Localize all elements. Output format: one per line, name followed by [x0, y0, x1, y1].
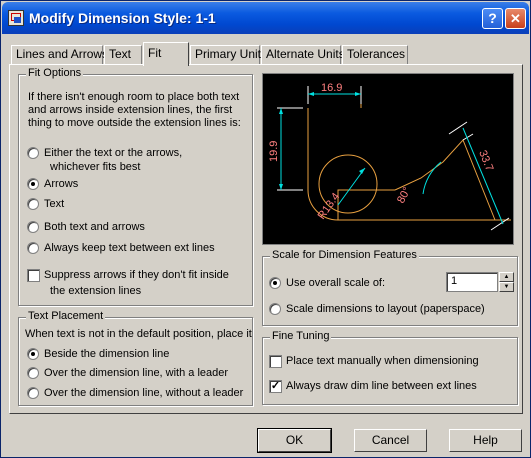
radio-either-label-line2[interactable]: whichever fits best [50, 161, 140, 173]
radio-over-without-leader[interactable] [27, 387, 39, 399]
fine-tuning-title: Fine Tuning [270, 330, 332, 342]
title-bar[interactable]: Modify Dimension Style: 1-1 ? ✕ [2, 2, 529, 34]
text-placement-description: When text is not in the default position… [25, 328, 252, 340]
always-draw-dim-line-label[interactable]: Always draw dim line between ext lines [286, 380, 477, 392]
tab-lines-and-arrows[interactable]: Lines and Arrows [11, 45, 108, 65]
radio-use-overall-scale[interactable] [269, 277, 281, 289]
tab-text[interactable]: Text [104, 45, 142, 65]
radio-both-text-and-arrows[interactable] [27, 221, 39, 233]
tab-tolerances[interactable]: Tolerances [342, 45, 408, 65]
radio-over-without-leader-label[interactable]: Over the dimension line, without a leade… [44, 387, 243, 399]
radio-always-keep-label[interactable]: Always keep text between ext lines [44, 242, 215, 254]
always-draw-dim-line-checkbox[interactable]: ✓ [269, 380, 282, 393]
preview-dim-line-radius [337, 167, 366, 206]
preview-dim-16-9: 16.9 [321, 82, 342, 94]
dialog-window: Modify Dimension Style: 1-1 ? ✕ Lines an… [0, 0, 531, 458]
spin-down-icon[interactable]: ▼ [499, 282, 514, 292]
suppress-arrows-checkbox[interactable] [27, 269, 40, 282]
scale-to-layout-label[interactable]: Scale dimensions to layout (paperspace) [286, 303, 485, 315]
dimension-preview: 16.9 19.9 33.7 R13.4 80° [262, 73, 514, 245]
suppress-arrows-label-line2[interactable]: the extension lines [50, 285, 141, 297]
radio-text-label[interactable]: Text [44, 198, 64, 210]
fit-options-title: Fit Options [26, 67, 84, 79]
preview-dim-33-7: 33.7 [476, 149, 495, 173]
radio-over-with-leader-label[interactable]: Over the dimension line, with a leader [44, 367, 228, 379]
preview-dim-arc-angle [422, 161, 442, 195]
app-icon [8, 10, 24, 26]
help-button[interactable]: Help [449, 429, 522, 452]
place-text-manually-checkbox[interactable] [269, 355, 282, 368]
overall-scale-input[interactable]: 1 [446, 272, 498, 292]
preview-extension-right [448, 121, 510, 231]
preview-arrow-radius [359, 168, 365, 174]
radio-arrows[interactable] [27, 178, 39, 190]
preview-dim-80-deg: 80° [395, 185, 413, 205]
fit-options-description-line3: thing to move outside the extension line… [28, 117, 241, 129]
text-placement-title: Text Placement [26, 310, 106, 322]
radio-either-text-or-arrows[interactable] [27, 147, 39, 159]
suppress-arrows-label[interactable]: Suppress arrows if they don't fit inside [44, 269, 229, 281]
preview-drawing: 16.9 19.9 33.7 R13.4 80° [268, 82, 511, 231]
scale-title: Scale for Dimension Features [270, 249, 419, 261]
place-text-manually-label[interactable]: Place text manually when dimensioning [286, 355, 479, 367]
radio-arrows-label[interactable]: Arrows [44, 178, 78, 190]
ok-button[interactable]: OK [257, 428, 332, 453]
use-overall-scale-label[interactable]: Use overall scale of: [286, 277, 385, 289]
radio-both-label[interactable]: Both text and arrows [44, 221, 145, 233]
tab-primary-units[interactable]: Primary Units [190, 45, 267, 65]
fine-tuning-group: Fine Tuning [262, 330, 518, 405]
help-question-icon[interactable]: ? [482, 8, 503, 29]
fit-options-description-line2: and arrows inside extension lines, the f… [28, 104, 233, 116]
radio-scale-to-layout[interactable] [269, 303, 281, 315]
radio-over-with-leader[interactable] [27, 367, 39, 379]
fit-options-description-line1: If there isn't enough room to place both… [28, 91, 240, 103]
window-title: Modify Dimension Style: 1-1 [29, 10, 216, 26]
close-icon[interactable]: ✕ [505, 8, 526, 29]
preview-dim-line-right [462, 127, 504, 225]
tab-fit[interactable]: Fit [143, 42, 189, 66]
preview-dim-19-9: 19.9 [268, 141, 280, 162]
radio-always-keep-text[interactable] [27, 242, 39, 254]
tab-alternate-units[interactable]: Alternate Units [261, 45, 345, 65]
cancel-button[interactable]: Cancel [354, 429, 427, 452]
radio-text[interactable] [27, 198, 39, 210]
radio-beside-label[interactable]: Beside the dimension line [44, 348, 169, 360]
spin-up-icon[interactable]: ▲ [499, 272, 514, 282]
radio-either-label[interactable]: Either the text or the arrows, [44, 147, 182, 159]
radio-beside-dimension-line[interactable] [27, 348, 39, 360]
